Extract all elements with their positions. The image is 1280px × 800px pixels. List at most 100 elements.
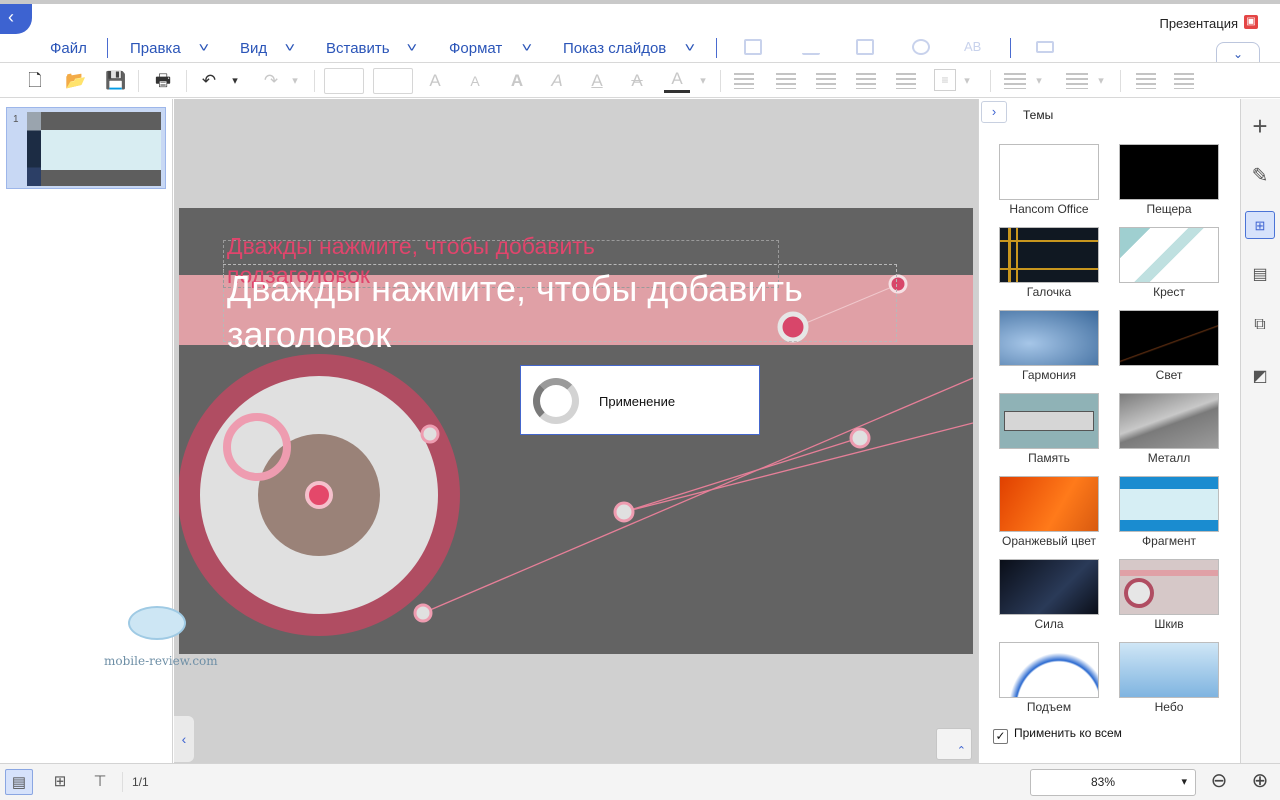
edit-pen-icon[interactable]: ✎ xyxy=(1245,162,1275,190)
slide-thumbnail-image xyxy=(27,112,161,186)
zoom-value: 83% xyxy=(1091,775,1116,789)
numbered-list-icon[interactable] xyxy=(1004,73,1026,89)
italic-icon[interactable]: A xyxy=(546,69,568,93)
insert-image-icon[interactable] xyxy=(856,39,874,55)
theme-thumbnail xyxy=(1119,144,1219,200)
undo-icon[interactable]: ↶ xyxy=(198,69,220,93)
themes-icon[interactable]: ⊞ xyxy=(1245,211,1275,239)
theme-option[interactable]: Галочка xyxy=(999,227,1099,299)
distribute-icon[interactable] xyxy=(896,73,916,89)
font-size-decrease-icon[interactable]: A xyxy=(464,69,486,93)
underline-icon[interactable]: A xyxy=(586,69,608,93)
font-size-increase-icon[interactable]: A xyxy=(424,69,446,93)
theme-option[interactable]: Оранжевый цвет xyxy=(999,476,1099,548)
theme-name: Гармония xyxy=(1022,368,1076,382)
theme-option[interactable]: Сила xyxy=(999,559,1099,631)
slides-panel-toggle[interactable]: ‹ xyxy=(174,716,194,762)
save-icon[interactable]: 💾 xyxy=(104,69,128,93)
insert-table-icon[interactable] xyxy=(744,39,762,55)
menu-insert[interactable]: Вставить xyxy=(326,40,390,57)
theme-option[interactable]: Hancom Office xyxy=(999,144,1099,216)
chevron-down-icon[interactable]: ˅ xyxy=(284,40,295,55)
print-icon[interactable]: 🖶 xyxy=(150,69,176,93)
zoom-select[interactable]: 83% ▾ xyxy=(1030,769,1196,796)
align-right-icon[interactable] xyxy=(816,73,836,89)
theme-name: Сила xyxy=(1034,617,1064,631)
font-color-icon[interactable]: A xyxy=(664,69,690,93)
pulley-center-node xyxy=(305,481,333,509)
theme-option[interactable]: Небо xyxy=(1119,642,1219,714)
theme-option[interactable]: Свет xyxy=(1119,310,1219,382)
insert-textbox-icon[interactable] xyxy=(1036,41,1054,53)
decrease-indent-icon[interactable] xyxy=(1136,73,1156,89)
normal-view-icon[interactable]: ▤ xyxy=(5,769,33,795)
theme-option[interactable]: Фрагмент xyxy=(1119,476,1219,548)
animation-icon[interactable]: ◩ xyxy=(1245,363,1275,391)
connector-line xyxy=(623,437,860,513)
insert-shape-icon[interactable] xyxy=(912,39,930,55)
zoom-out-icon[interactable]: ⊖ xyxy=(1207,770,1231,794)
align-justify-icon[interactable] xyxy=(856,73,876,89)
menu-slideshow[interactable]: Показ слайдов xyxy=(563,40,666,57)
chevron-down-icon[interactable]: ˅ xyxy=(684,40,695,55)
bold-icon[interactable]: A xyxy=(506,69,528,93)
chevron-down-icon: ▾ xyxy=(1181,776,1187,788)
strikethrough-icon[interactable]: A xyxy=(626,69,648,93)
chevron-down-icon[interactable]: ˅ xyxy=(521,40,532,55)
bulleted-list-icon[interactable] xyxy=(1066,73,1088,89)
open-folder-icon[interactable]: 📂 xyxy=(64,69,88,93)
chevron-down-icon[interactable]: ˅ xyxy=(406,40,417,55)
theme-option[interactable]: Память xyxy=(999,393,1099,465)
chevron-down-icon[interactable]: ▾ xyxy=(960,69,974,93)
transition-icon[interactable]: ⧉ xyxy=(1245,311,1275,339)
themes-panel-collapse[interactable]: › xyxy=(981,101,1007,123)
node-dot xyxy=(613,501,635,523)
font-name-select[interactable] xyxy=(324,68,364,94)
add-icon[interactable]: + xyxy=(1245,112,1275,140)
theme-option[interactable]: Пещера xyxy=(1119,144,1219,216)
notes-button[interactable]: ⌃ xyxy=(936,728,972,760)
theme-name: Свет xyxy=(1155,368,1183,382)
chevron-down-icon[interactable]: ▾ xyxy=(696,69,710,93)
theme-option[interactable]: Металл xyxy=(1119,393,1219,465)
vertical-align-icon[interactable]: ≡ xyxy=(934,69,956,91)
slideshow-icon[interactable]: ⊤ xyxy=(86,769,114,795)
checkmark-icon[interactable]: ✓ xyxy=(993,729,1008,744)
theme-option[interactable]: Крест xyxy=(1119,227,1219,299)
title-placeholder-text[interactable]: Дважды нажмите, чтобы добавить заголовок xyxy=(227,266,907,358)
layout-icon[interactable]: ▤ xyxy=(1245,261,1275,289)
theme-name: Hancom Office xyxy=(1009,202,1089,216)
status-bar: ▤ ⊞ ⊤ 1/1 83% ▾ ⊖ ⊕ xyxy=(0,763,1280,800)
insert-chart-icon[interactable] xyxy=(802,39,820,55)
chevron-down-icon[interactable]: ▾ xyxy=(1094,69,1108,93)
menu-format[interactable]: Формат xyxy=(449,40,502,57)
back-button[interactable]: ‹ xyxy=(0,4,32,34)
redo-icon[interactable]: ↷ xyxy=(260,69,282,93)
chevron-down-icon[interactable]: ˅ xyxy=(198,40,209,55)
theme-thumbnail xyxy=(1119,476,1219,532)
increase-indent-icon[interactable] xyxy=(1174,73,1194,89)
chevron-down-icon[interactable]: ▾ xyxy=(288,69,302,93)
slide-thumbnail-selected[interactable]: 1 xyxy=(6,107,166,189)
toolbar-divider xyxy=(186,70,187,92)
node-dot xyxy=(420,424,440,444)
theme-name: Шкив xyxy=(1154,617,1184,631)
slide-number: 1 xyxy=(13,114,19,125)
zoom-in-icon[interactable]: ⊕ xyxy=(1248,770,1272,794)
apply-to-all-checkbox[interactable]: ✓ Применить ко всем xyxy=(993,726,1122,744)
align-center-icon[interactable] xyxy=(776,73,796,89)
menu-edit[interactable]: Правка xyxy=(130,40,181,57)
menu-file[interactable]: Файл xyxy=(50,40,87,57)
theme-option[interactable]: Шкив xyxy=(1119,559,1219,631)
align-left-icon[interactable] xyxy=(734,73,754,89)
theme-thumbnail xyxy=(999,227,1099,283)
slide-sorter-icon[interactable]: ⊞ xyxy=(46,769,74,795)
theme-option[interactable]: Гармония xyxy=(999,310,1099,382)
chevron-down-icon[interactable]: ▾ xyxy=(228,69,242,93)
chevron-down-icon[interactable]: ▾ xyxy=(1032,69,1046,93)
menu-view[interactable]: Вид xyxy=(240,40,267,57)
theme-option[interactable]: Подъем xyxy=(999,642,1099,714)
font-size-select[interactable] xyxy=(373,68,413,94)
new-document-icon[interactable]: 🗋 xyxy=(24,69,46,93)
insert-wordart-icon[interactable]: AB xyxy=(964,39,990,55)
